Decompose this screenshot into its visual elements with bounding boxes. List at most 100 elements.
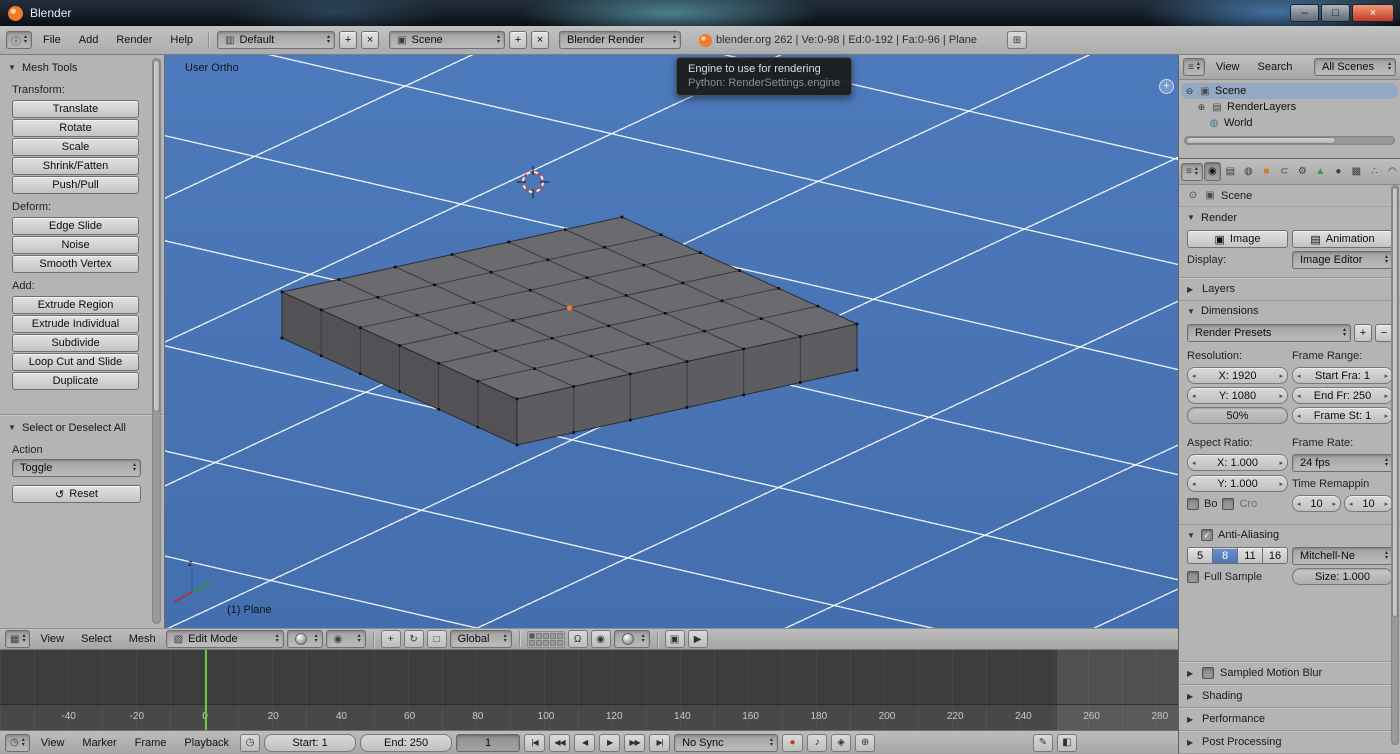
viewport-shading-select[interactable]: ▴▾	[287, 630, 323, 648]
post-processing-panel-header[interactable]: ▶ Post Processing	[1179, 730, 1400, 753]
antialiasing-checkbox[interactable]: ✓	[1201, 529, 1213, 541]
editor-type-outliner[interactable]: ≡▴▾	[1183, 58, 1205, 76]
pin-icon[interactable]: ⊙	[1187, 190, 1199, 201]
properties-scrollbar[interactable]	[1391, 185, 1399, 745]
frame-step-field[interactable]: ◂Frame St: 1▸	[1292, 407, 1393, 424]
shading-panel-header[interactable]: ▶ Shading	[1179, 684, 1400, 707]
insert-keyframe-icon[interactable]: ⊕	[855, 734, 875, 752]
aa-samples-16-button[interactable]: 16	[1263, 547, 1288, 564]
collapse-icon[interactable]: ⊖	[1184, 86, 1195, 97]
mode-select[interactable]: ▧ Edit Mode ▴▾	[166, 630, 284, 648]
tab-material[interactable]: ●	[1330, 162, 1347, 181]
maximize-button[interactable]: □	[1321, 4, 1350, 22]
minimize-button[interactable]: –	[1290, 4, 1319, 22]
motion-blur-checkbox[interactable]	[1202, 667, 1214, 679]
preview-range-clock-icon[interactable]: ◷	[240, 734, 260, 752]
outliner-row-renderlayers[interactable]: ⊕ ▤ RenderLayers	[1193, 99, 1398, 115]
menu-render[interactable]: Render	[109, 34, 159, 46]
aa-samples-5-button[interactable]: 5	[1187, 547, 1213, 564]
delete-keyframe-icon[interactable]: ◧	[1057, 734, 1077, 752]
timeline-menu-view[interactable]: View	[34, 737, 72, 749]
resolution-percentage-slider[interactable]: 50%	[1187, 407, 1288, 424]
extrude-region-button[interactable]: Extrude Region	[12, 296, 139, 314]
dimensions-panel-header[interactable]: ▼ Dimensions	[1179, 300, 1400, 321]
snap-magnet-icon[interactable]: Ω	[568, 630, 588, 648]
push-pull-button[interactable]: Push/Pull	[12, 176, 139, 194]
manipulator-scale-icon[interactable]: □	[427, 630, 447, 648]
viewport-3d[interactable]: z User Ortho (1) Plane +	[165, 55, 1178, 628]
aspect-x-field[interactable]: ◂X: 1.000▸	[1187, 454, 1288, 471]
tab-world[interactable]: ◍	[1240, 162, 1257, 181]
record-button[interactable]: ●	[782, 734, 803, 752]
jump-to-start-button[interactable]: |◀	[524, 734, 545, 752]
scale-button[interactable]: Scale	[12, 138, 139, 156]
outliner-row-world[interactable]: ◍ World	[1205, 115, 1398, 131]
play-button[interactable]: ▶	[599, 734, 620, 752]
frame-start-field[interactable]: ◂Start Fra: 1▸	[1292, 367, 1393, 384]
current-frame-field[interactable]: 1	[456, 734, 520, 752]
fps-select[interactable]: 24 fps▴▾	[1292, 454, 1393, 472]
region-expand-icon[interactable]: +	[1159, 79, 1174, 94]
noise-button[interactable]: Noise	[12, 236, 139, 254]
full-sample-checkbox[interactable]	[1187, 571, 1199, 583]
rotate-button[interactable]: Rotate	[12, 119, 139, 137]
tab-object-data[interactable]: ▲	[1312, 162, 1329, 181]
transform-orientation-select[interactable]: Global▴▾	[450, 630, 512, 648]
loop-cut-slide-button[interactable]: Loop Cut and Slide	[12, 353, 139, 371]
view3d-menu-mesh[interactable]: Mesh	[122, 633, 163, 645]
editor-type-3dview[interactable]: ▦▴▾	[5, 630, 30, 648]
render-engine-select[interactable]: Blender Render ▴▾	[559, 31, 681, 49]
menu-add[interactable]: Add	[72, 34, 106, 46]
add-preset-button[interactable]: +	[1354, 324, 1372, 342]
editor-type-timeline[interactable]: ◷▴▾	[5, 734, 30, 752]
tab-physics[interactable]: ◠	[1384, 162, 1400, 181]
previous-keyframe-button[interactable]: ◀◀	[549, 734, 570, 752]
scrollbar-thumb[interactable]	[153, 60, 160, 412]
crop-checkbox[interactable]	[1222, 498, 1234, 510]
next-keyframe-button[interactable]: ▶▶	[624, 734, 645, 752]
extrude-individual-button[interactable]: Extrude Individual	[12, 315, 139, 333]
render-presets-select[interactable]: Render Presets▴▾	[1187, 324, 1351, 342]
snap-element-select[interactable]: ▴▾	[614, 630, 650, 648]
aa-filter-select[interactable]: Mitchell-Ne▴▾	[1292, 547, 1393, 565]
tab-scene[interactable]: ▤	[1222, 162, 1239, 181]
tab-texture[interactable]: ▩	[1348, 162, 1365, 181]
timeline-menu-playback[interactable]: Playback	[177, 737, 236, 749]
smooth-vertex-button[interactable]: Smooth Vertex	[12, 255, 139, 273]
subdivide-button[interactable]: Subdivide	[12, 334, 139, 352]
window-duplicate-icon[interactable]: ⊞	[1007, 31, 1027, 49]
select-deselect-panel-header[interactable]: ▼ Select or Deselect All	[0, 417, 164, 438]
manipulator-rotate-icon[interactable]: ↻	[404, 630, 424, 648]
manipulator-translate-icon[interactable]: +	[381, 630, 401, 648]
current-frame-indicator[interactable]	[205, 650, 207, 730]
layers-panel-header[interactable]: ▶ Layers	[1179, 277, 1400, 300]
play-reverse-button[interactable]: ◀	[574, 734, 595, 752]
timeline-menu-frame[interactable]: Frame	[128, 737, 174, 749]
close-button[interactable]: ×	[1352, 4, 1394, 22]
aspect-y-field[interactable]: ◂Y: 1.000▸	[1187, 475, 1288, 492]
aa-samples-11-button[interactable]: 11	[1238, 547, 1263, 564]
scrollbar-thumb[interactable]	[1392, 187, 1398, 617]
outliner-menu-search[interactable]: Search	[1251, 61, 1300, 73]
antialiasing-panel-header[interactable]: ▼ ✓ Anti-Aliasing	[1179, 524, 1400, 545]
remap-old-field[interactable]: ◂10▸	[1292, 495, 1341, 512]
tool-shelf-scrollbar[interactable]	[152, 58, 161, 624]
tab-particles[interactable]: ∴	[1366, 162, 1383, 181]
tab-constraints[interactable]: ⊂	[1276, 162, 1293, 181]
view3d-menu-select[interactable]: Select	[74, 633, 119, 645]
frame-end-field[interactable]: ◂End Fr: 250▸	[1292, 387, 1393, 404]
edge-slide-button[interactable]: Edge Slide	[12, 217, 139, 235]
view3d-menu-view[interactable]: View	[33, 633, 71, 645]
jump-to-end-button[interactable]: ▶|	[649, 734, 670, 752]
editor-type-properties[interactable]: ≡▴▾	[1181, 163, 1203, 181]
sync-mode-select[interactable]: No Sync▴▾	[674, 734, 778, 752]
active-keying-set-icon[interactable]: ✎	[1033, 734, 1053, 752]
display-select[interactable]: Image Editor▴▾	[1292, 251, 1393, 269]
tab-modifiers[interactable]: ⚙	[1294, 162, 1311, 181]
layers-grid[interactable]	[527, 631, 565, 648]
action-select[interactable]: Toggle ▴▾	[12, 459, 141, 477]
border-checkbox[interactable]	[1187, 498, 1199, 510]
frame-end-field[interactable]: End: 250	[360, 734, 452, 752]
outliner-filter-select[interactable]: All Scenes ▴▾	[1314, 58, 1396, 76]
menu-file[interactable]: File	[36, 34, 68, 46]
